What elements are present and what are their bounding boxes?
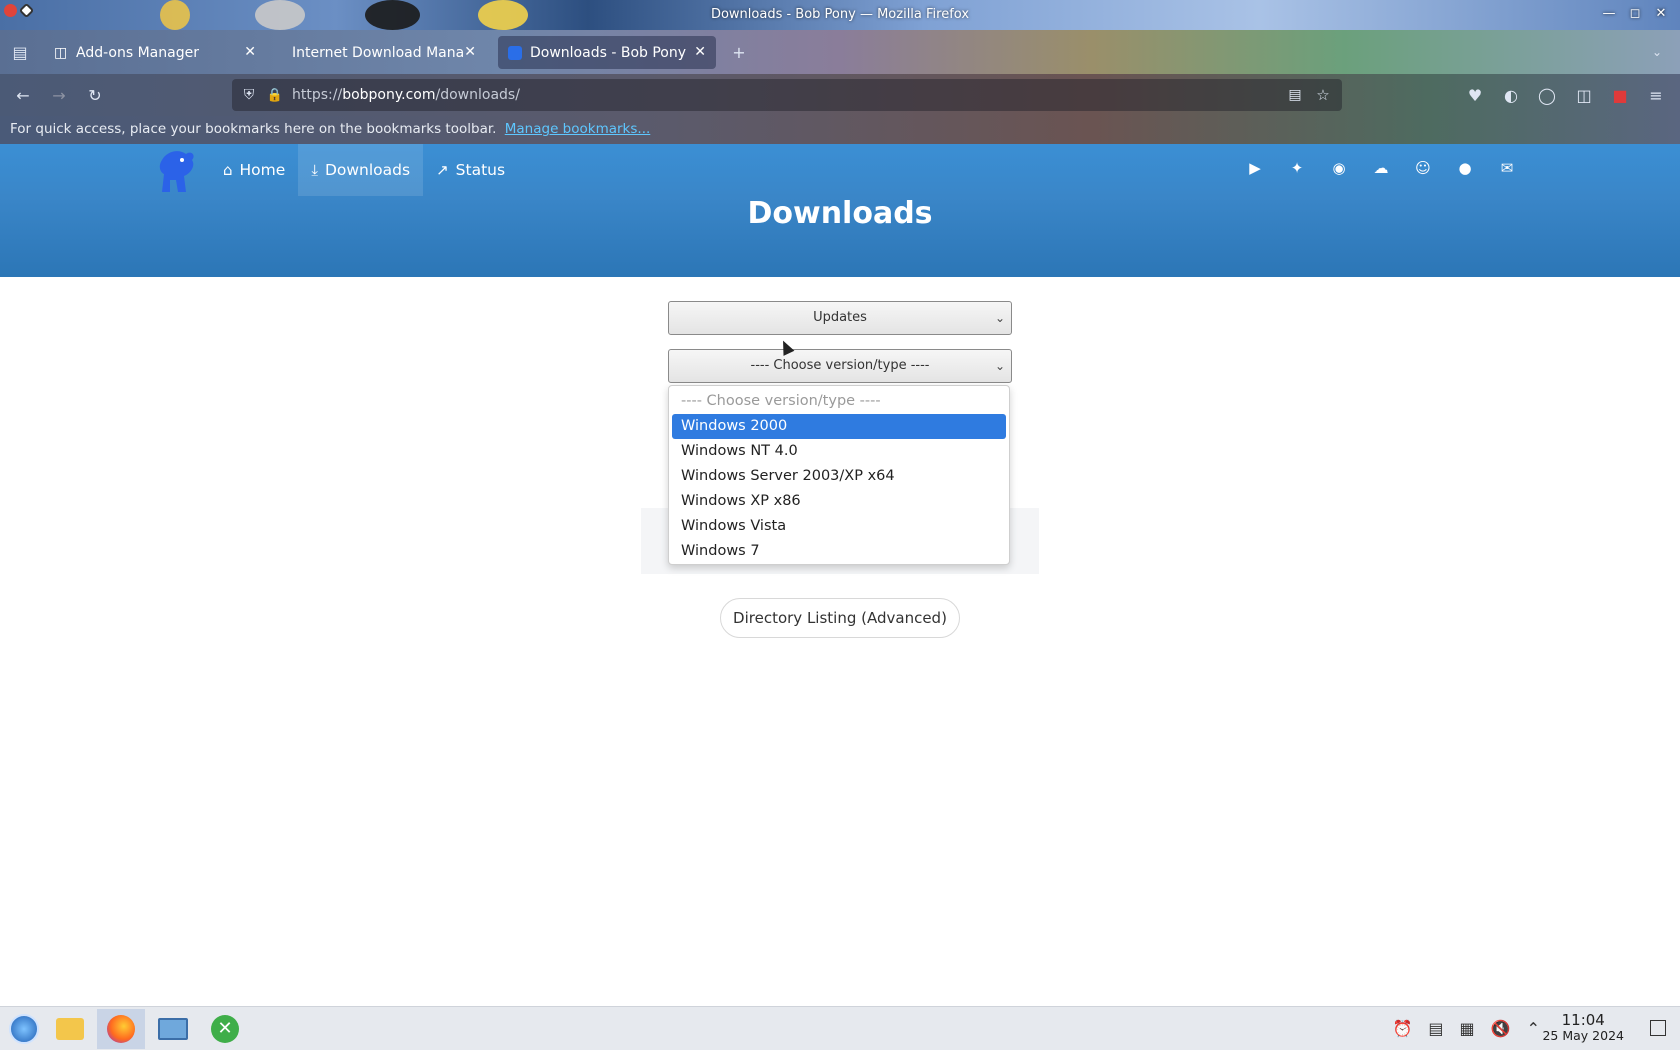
discord-icon[interactable]: ☺ (1414, 159, 1432, 177)
taskbar-file-manager[interactable] (46, 1009, 94, 1049)
shield-icon[interactable]: ⛨ (238, 84, 260, 106)
url-bar[interactable]: ⛨ 🔒 https://bobpony.com/downloads/ ▤ ☆ (232, 79, 1342, 111)
cloud-icon[interactable]: ☁ (1372, 159, 1390, 177)
version-dropdown-list[interactable]: ---- Choose version/type ---- Windows 20… (668, 385, 1010, 565)
dropdown-option[interactable]: Windows XP x86 (672, 489, 1006, 514)
mail-icon[interactable]: ✉ (1498, 159, 1516, 177)
window-title: Downloads - Bob Pony — Mozilla Firefox (710, 7, 970, 22)
tab-label: Add-ons Manager (76, 44, 199, 61)
clock-time: 11:04 (1561, 1011, 1605, 1029)
youtube-icon[interactable]: ▶ (1246, 159, 1264, 177)
forward-icon[interactable]: → (48, 84, 70, 106)
tab-addons-manager[interactable]: ◫ Add-ons Manager ✕ (44, 36, 266, 69)
dropdown-option[interactable]: Windows Vista (672, 514, 1006, 539)
taskbar-system-settings[interactable] (149, 1009, 197, 1049)
category-select[interactable]: Updates ⌄ (668, 301, 1012, 335)
home-icon: ⌂ (223, 161, 233, 179)
extension-round-icon[interactable]: ◐ (1500, 84, 1522, 106)
clipboard-icon[interactable]: ▤ (1428, 1019, 1443, 1038)
extensions-icon[interactable]: ◫ (1573, 84, 1595, 106)
category-select-value: Updates (813, 310, 867, 325)
tab-label: Downloads - Bob Pony (530, 44, 687, 61)
window-controls: — ◻ ✕ (1598, 3, 1672, 23)
start-icon (9, 1014, 39, 1044)
bookmark-star-icon[interactable]: ☆ (1312, 84, 1334, 106)
chevron-down-icon: ⌄ (994, 359, 1005, 373)
firefox-icon (107, 1015, 135, 1043)
lock-icon[interactable]: 🔒 (264, 84, 286, 106)
system-tray: ⏰ ▤ ▦ 🔇 ⌃ (1393, 1019, 1541, 1038)
clock-date: 25 May 2024 (1542, 1028, 1624, 1043)
close-tab-icon[interactable]: ✕ (244, 44, 256, 60)
site-nav: ⌂ Home ⤓ Downloads ↗ Status (150, 144, 518, 196)
new-tab-icon[interactable]: + (728, 41, 750, 63)
folder-icon (56, 1018, 84, 1040)
puzzle-icon: ◫ (54, 44, 68, 61)
dropdown-option[interactable]: Windows 7 (672, 539, 1006, 564)
reload-icon[interactable]: ↻ (84, 84, 106, 106)
version-select[interactable]: ---- Choose version/type ---- ⌄ (668, 349, 1012, 383)
chevron-up-icon[interactable]: ⌃ (1527, 1019, 1540, 1038)
monitor-icon (158, 1018, 188, 1040)
tab-strip: ▤ ◫ Add-ons Manager ✕ Internet Download … (0, 30, 1680, 74)
download-icon: ⤓ (311, 161, 318, 179)
nav-label: Downloads (324, 161, 411, 179)
alarm-icon[interactable]: ⏰ (1393, 1019, 1413, 1038)
minimize-button[interactable]: — (1598, 3, 1620, 23)
start-button[interactable] (0, 1009, 48, 1049)
clock[interactable]: 11:04 25 May 2024 (1542, 1012, 1624, 1044)
close-button[interactable]: ✕ (1650, 3, 1672, 23)
close-tab-icon[interactable]: ✕ (464, 44, 476, 60)
tab-internet-download-manager[interactable]: Internet Download Mana ✕ (282, 36, 486, 69)
dropdown-option[interactable]: Windows NT 4.0 (672, 439, 1006, 464)
tab-downloads-bob-pony[interactable]: Downloads - Bob Pony ✕ (498, 36, 716, 69)
nav-label: Status (455, 161, 506, 179)
nav-home[interactable]: ⌂ Home (210, 144, 298, 196)
close-tab-icon[interactable]: ✕ (694, 44, 706, 60)
github-icon[interactable]: ● (1456, 159, 1474, 177)
nav-label: Home (239, 161, 286, 179)
taskbar-firefox[interactable] (97, 1009, 145, 1049)
trend-icon: ↗ (436, 161, 449, 179)
bobpony-logo[interactable] (150, 144, 200, 196)
account-icon[interactable]: ◯ (1536, 84, 1558, 106)
tab-label: Internet Download Mana (292, 44, 465, 61)
navigation-toolbar: ← → ↻ ⛨ 🔒 https://bobpony.com/downloads/… (0, 74, 1680, 116)
bookmarks-toolbar: For quick access, place your bookmarks h… (0, 116, 1680, 144)
reader-view-icon[interactable]: ▤ (1284, 84, 1306, 106)
social-links: ▶ ✦ ◉ ☁ ☺ ● ✉ (1246, 159, 1516, 177)
mastodon-icon[interactable]: ◉ (1330, 159, 1348, 177)
pocket-icon[interactable]: ♥ (1464, 84, 1486, 106)
ublock-icon[interactable]: ■ (1609, 84, 1631, 106)
app-menu-icon[interactable]: ≡ (1645, 84, 1667, 106)
bookmarks-message: For quick access, place your bookmarks h… (10, 121, 497, 137)
firefox-view-icon[interactable]: ▤ (9, 41, 31, 63)
dropdown-option[interactable]: Windows Server 2003/XP x64 (672, 464, 1006, 489)
notifications-icon[interactable] (1650, 1020, 1666, 1036)
volume-muted-icon[interactable]: 🔇 (1491, 1019, 1511, 1038)
taskbar: ✕ ⏰ ▤ ▦ 🔇 ⌃ 11:04 25 May 2024 (0, 1006, 1680, 1050)
nav-downloads[interactable]: ⤓ Downloads (298, 144, 424, 196)
dropdown-option[interactable]: Windows 2000 (672, 414, 1006, 439)
list-tabs-icon[interactable]: ⌄ (1646, 41, 1668, 63)
chevron-down-icon: ⌄ (994, 311, 1005, 325)
manage-bookmarks-link[interactable]: Manage bookmarks... (505, 121, 651, 137)
maximize-button[interactable]: ◻ (1624, 3, 1646, 23)
back-icon[interactable]: ← (12, 84, 34, 106)
page-title: Downloads (747, 196, 933, 231)
window-titlebar: Downloads - Bob Pony — Mozilla Firefox —… (0, 0, 1680, 30)
site-header: ⌂ Home ⤓ Downloads ↗ Status ▶ ✦ ◉ ☁ ☺ ● … (0, 144, 1680, 277)
dropdown-option[interactable]: ---- Choose version/type ---- (672, 389, 1006, 414)
twitter-icon[interactable]: ✦ (1288, 159, 1306, 177)
taskbar-tools[interactable]: ✕ (201, 1009, 249, 1049)
version-select-value: ---- Choose version/type ---- (750, 358, 930, 373)
bobpony-favicon (508, 45, 522, 60)
tools-icon: ✕ (211, 1015, 239, 1043)
nav-status[interactable]: ↗ Status (423, 144, 518, 196)
notes-icon[interactable]: ▦ (1460, 1019, 1475, 1038)
directory-listing-button[interactable]: Directory Listing (Advanced) (720, 598, 960, 638)
url-text[interactable]: https://bobpony.com/downloads/ (292, 87, 520, 103)
